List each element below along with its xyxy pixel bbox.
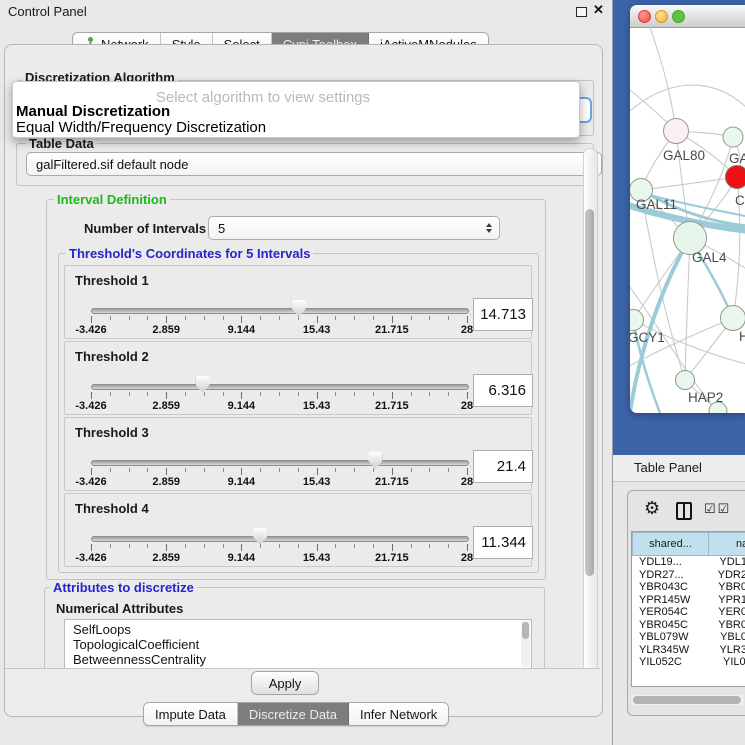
label-gal4: GAL4 xyxy=(692,250,727,265)
label-partial-right: H xyxy=(739,329,745,344)
table-panel-titlebar: Table Panel xyxy=(613,455,745,482)
control-panel: Control Panel ✕ Network Style Select Cyn… xyxy=(0,0,613,745)
list-item[interactable]: TopologicalCoefficient xyxy=(73,637,199,652)
slider-tick-labels: -3.4262.8599.14415.4321.71528 xyxy=(91,476,467,488)
table-row[interactable]: YDL19...YDL1 xyxy=(632,556,745,569)
interval-definition-label: Interval Definition xyxy=(54,192,170,207)
threshold-1-value-field[interactable]: 14.713 xyxy=(473,298,533,331)
label-gal11: GAL11 xyxy=(636,197,677,212)
table-row[interactable]: YBL079WYBL0 xyxy=(632,631,745,644)
threshold-1-slider-thumb[interactable] xyxy=(292,300,306,317)
table-data-value: galFiltered.sif default node xyxy=(36,157,188,172)
column-header-shared-name[interactable]: shared... xyxy=(632,532,709,556)
threshold-2-slider-thumb[interactable] xyxy=(196,376,210,393)
popup-item-equal-width-frequency[interactable]: Equal Width/Frequency Discretization xyxy=(16,119,266,136)
table-data-combobox[interactable]: galFiltered.sif default node xyxy=(26,152,602,176)
node-hap2[interactable] xyxy=(676,371,695,390)
node-table: shared... na YDL19...YDL1 YDR27...YDR2 Y… xyxy=(631,531,745,687)
node-right[interactable] xyxy=(721,306,745,331)
table-row[interactable]: YPR145WYPR1 xyxy=(632,594,745,607)
number-of-intervals-combobox[interactable]: 5 xyxy=(208,216,500,240)
threshold-3-panel: Threshold 3 -3.4262.8599.14415.4321.7152… xyxy=(64,417,532,491)
label-gal80: GAL80 xyxy=(663,148,705,163)
table-horizontal-scrollbar[interactable] xyxy=(631,695,744,705)
table-row[interactable]: YER054CYER0 xyxy=(632,606,745,619)
numerical-attributes-label: Numerical Attributes xyxy=(56,601,183,616)
threshold-4-slider-thumb[interactable] xyxy=(253,528,267,545)
node-gcy1[interactable] xyxy=(630,310,644,331)
panel-vertical-scrollbar[interactable] xyxy=(583,148,598,695)
float-panel-icon[interactable] xyxy=(576,7,587,17)
node-top-right[interactable] xyxy=(723,127,743,147)
application-root: Control Panel ✕ Network Style Select Cyn… xyxy=(0,0,745,745)
node-red[interactable] xyxy=(726,166,745,189)
threshold-4-panel: Threshold 4 -3.4262.8599.14415.4321.7152… xyxy=(64,493,532,567)
table-row[interactable]: YLR345WYLR3 xyxy=(632,644,745,657)
scrollbar-thumb[interactable] xyxy=(585,209,594,576)
table-row[interactable]: YDR27...YDR2 xyxy=(632,569,745,582)
label-partial-red: C xyxy=(735,193,745,208)
stepper-icon xyxy=(486,223,492,233)
table-rows: YDL19...YDL1 YDR27...YDR2 YBR043CYBR0 YP… xyxy=(632,556,745,665)
threshold-3-value-field[interactable]: 21.4 xyxy=(473,450,533,483)
slider-tick-labels: -3.4262.8599.14415.4321.71528 xyxy=(91,400,467,412)
thresholds-group-label: Threshold's Coordinates for 5 Intervals xyxy=(66,246,313,261)
number-of-intervals-label: Number of Intervals xyxy=(84,221,206,236)
label-partial-top-right: GA xyxy=(729,151,745,166)
threshold-3-label: Threshold 3 xyxy=(75,425,149,440)
apply-button[interactable]: Apply xyxy=(251,671,319,695)
label-hap2: HAP2 xyxy=(688,390,723,405)
network-canvas[interactable]: GAL80 GA C GAL11 GAL4 GCY1 H HAP2 xyxy=(630,27,745,413)
threshold-3-slider-thumb[interactable] xyxy=(368,452,382,469)
threshold-1-panel: Threshold 1 -3.4262.8599.14415.4321.7152… xyxy=(64,265,532,339)
table-row[interactable]: YIL052CYIL0 xyxy=(632,656,745,665)
threshold-4-value-field[interactable]: 11.344 xyxy=(473,526,533,559)
slider-ticks xyxy=(91,544,467,552)
slider-ticks xyxy=(91,316,467,324)
table-panel-title: Table Panel xyxy=(634,460,702,475)
popup-item-manual-discretization[interactable]: Manual Discretization xyxy=(16,103,170,120)
slider-ticks xyxy=(91,468,467,476)
close-panel-icon[interactable]: ✕ xyxy=(593,2,604,18)
close-window-icon[interactable] xyxy=(638,10,651,23)
threshold-1-label: Threshold 1 xyxy=(75,273,149,288)
threshold-2-panel: Threshold 2 -3.4262.8599.14415.4321.7152… xyxy=(64,341,532,415)
algorithm-dropdown-popup: Select algorithm to view settings Manual… xyxy=(12,81,580,138)
minimize-window-icon[interactable] xyxy=(655,10,668,23)
table-row[interactable]: YBR045CYBR0 xyxy=(632,619,745,632)
node-gal80[interactable] xyxy=(664,119,689,144)
scrollbar-thumb[interactable] xyxy=(633,696,741,704)
list-item[interactable]: BetweennessCentrality xyxy=(73,652,206,667)
zoom-window-icon[interactable] xyxy=(672,10,685,23)
attributes-group-label: Attributes to discretize xyxy=(50,580,197,595)
numerical-attributes-list: SelfLoops TopologicalCoefficient Between… xyxy=(64,619,532,670)
tab-infer-network[interactable]: Infer Network xyxy=(349,703,448,725)
slider-ticks xyxy=(91,392,467,400)
columns-icon[interactable] xyxy=(676,502,692,520)
column-header-name[interactable]: na xyxy=(708,532,745,556)
cyni-mode-tabs: Impute Data Discretize Data Infer Networ… xyxy=(143,702,449,726)
network-view-window[interactable]: GAL80 GA C GAL11 GAL4 GCY1 H HAP2 xyxy=(630,5,745,413)
table-panel-container: ⚙ ☑☑ shared... na YDL19...YDL1 YDR27...Y… xyxy=(627,490,745,716)
gear-icon[interactable]: ⚙ xyxy=(644,499,660,517)
select-columns-icons[interactable]: ☑☑ xyxy=(704,501,731,517)
tab-discretize-data[interactable]: Discretize Data xyxy=(238,703,349,725)
list-item[interactable]: SelfLoops xyxy=(73,622,131,637)
table-row[interactable]: YBR043CYBR0 xyxy=(632,581,745,594)
label-gcy1: GCY1 xyxy=(630,330,665,345)
table-data-label: Table Data xyxy=(26,136,97,151)
attributes-list-scrollbar[interactable] xyxy=(521,621,530,667)
network-window-titlebar[interactable] xyxy=(630,5,745,28)
slider-tick-labels: -3.4262.8599.14415.4321.71528 xyxy=(91,552,467,564)
control-panel-title: Control Panel xyxy=(8,4,87,19)
threshold-2-label: Threshold 2 xyxy=(75,349,149,364)
table-panel: Table Panel ⚙ ☑☑ shared... na YDL19...YD… xyxy=(613,455,745,745)
number-of-intervals-value: 5 xyxy=(218,221,225,236)
threshold-2-value-field[interactable]: 6.316 xyxy=(473,374,533,407)
tab-impute-data[interactable]: Impute Data xyxy=(144,703,238,725)
slider-tick-labels: -3.4262.8599.14415.4321.71528 xyxy=(91,324,467,336)
threshold-4-label: Threshold 4 xyxy=(75,501,149,516)
